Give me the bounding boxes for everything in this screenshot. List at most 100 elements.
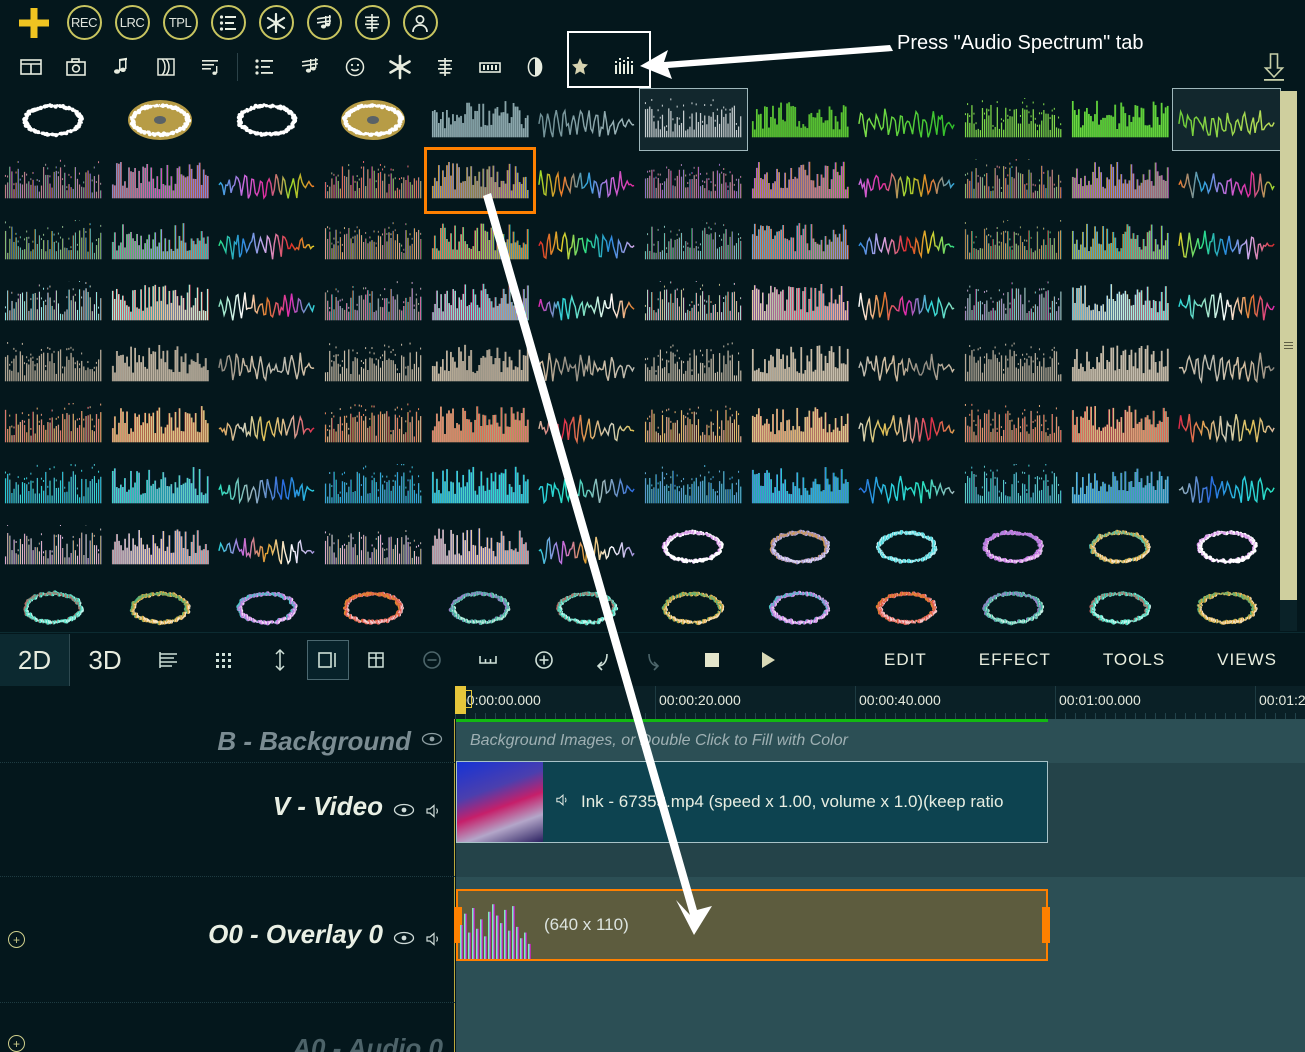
gallery-thumbnail[interactable] — [427, 577, 534, 638]
gallery-thumbnail[interactable] — [213, 577, 320, 638]
gallery-thumbnail[interactable] — [853, 150, 960, 211]
gallery-thumbnail[interactable] — [1172, 88, 1281, 151]
gallery-thumbnail[interactable] — [853, 89, 960, 150]
tab-meter[interactable] — [467, 45, 512, 89]
download-button[interactable] — [1255, 48, 1293, 86]
gallery-thumbnail[interactable] — [747, 577, 854, 638]
gallery-thumbnail[interactable] — [747, 150, 854, 211]
tab-photo[interactable] — [53, 45, 98, 89]
gallery-scrollbar-thumb[interactable] — [1280, 91, 1297, 600]
gallery-thumbnail[interactable] — [640, 394, 747, 455]
gallery-thumbnail[interactable] — [0, 455, 107, 516]
video-lane[interactable]: Ink - 67353.mp4 (speed x 1.00, volume x … — [456, 761, 1305, 877]
gallery-thumbnail[interactable] — [107, 516, 214, 577]
gallery-thumbnail[interactable] — [213, 333, 320, 394]
gallery-thumbnail[interactable] — [640, 577, 747, 638]
gallery-thumbnail[interactable] — [427, 211, 534, 272]
tab-3d[interactable]: 3D — [70, 634, 140, 686]
gallery-thumbnail[interactable] — [533, 333, 640, 394]
tool-play[interactable] — [740, 634, 796, 686]
tool-align-lines[interactable] — [140, 634, 196, 686]
gallery-thumbnail[interactable] — [1067, 89, 1174, 150]
gallery-thumbnail[interactable] — [747, 89, 854, 150]
gallery-thumbnail[interactable] — [960, 89, 1067, 150]
tool-undo[interactable] — [572, 634, 628, 686]
gallery-thumbnail[interactable] — [1173, 516, 1280, 577]
overlay-clip[interactable]: (640 x 110) — [454, 889, 1050, 961]
gallery-thumbnail[interactable] — [960, 272, 1067, 333]
gallery-thumbnail[interactable] — [533, 577, 640, 638]
tab-playlist-note[interactable] — [188, 45, 233, 89]
tool-frame[interactable] — [307, 640, 349, 680]
gallery-thumbnail[interactable] — [0, 89, 107, 150]
gallery-thumbnail[interactable] — [1067, 211, 1174, 272]
menu-views[interactable]: VIEWS — [1217, 650, 1277, 670]
track-header-audio-0[interactable]: A0 - Audio 0 — [0, 1003, 455, 1052]
tab-transition[interactable] — [143, 45, 188, 89]
gallery-thumbnail[interactable] — [1173, 272, 1280, 333]
tab-particle[interactable] — [377, 45, 422, 89]
gallery-thumbnail[interactable] — [107, 577, 214, 638]
gallery-thumbnail[interactable] — [853, 516, 960, 577]
gallery-thumbnail[interactable] — [1067, 272, 1174, 333]
eye-icon[interactable] — [393, 931, 415, 950]
gallery-thumbnail[interactable] — [0, 394, 107, 455]
gallery-thumbnail[interactable] — [533, 89, 640, 150]
gallery-thumbnail[interactable] — [747, 333, 854, 394]
tool-grid[interactable] — [196, 634, 252, 686]
gallery-thumbnail[interactable] — [107, 394, 214, 455]
gallery-thumbnail[interactable] — [960, 333, 1067, 394]
menu-effect[interactable]: EFFECT — [979, 650, 1051, 670]
gallery-thumbnail[interactable] — [1173, 211, 1280, 272]
gallery-thumbnail[interactable] — [320, 89, 427, 150]
gallery-thumbnail[interactable] — [213, 150, 320, 211]
gallery-thumbnail[interactable] — [213, 89, 320, 150]
eye-icon[interactable] — [421, 732, 443, 751]
menu-edit[interactable]: EDIT — [884, 650, 927, 670]
gallery-thumbnail[interactable] — [1173, 333, 1280, 394]
gallery-thumbnail[interactable] — [427, 455, 534, 516]
video-clip[interactable]: Ink - 67353.mp4 (speed x 1.00, volume x … — [456, 761, 1048, 843]
gallery-thumbnail[interactable] — [747, 394, 854, 455]
menu-tools[interactable]: TOOLS — [1103, 650, 1165, 670]
gallery-thumbnail[interactable] — [320, 577, 427, 638]
gallery-thumbnail[interactable] — [747, 455, 854, 516]
gallery-thumbnail[interactable] — [533, 394, 640, 455]
tool-ruler[interactable] — [460, 634, 516, 686]
gallery-thumbnail[interactable] — [853, 394, 960, 455]
template-button[interactable]: TPL — [156, 0, 204, 45]
gallery-thumbnail[interactable] — [1173, 577, 1280, 638]
gallery-thumbnail[interactable] — [747, 211, 854, 272]
gallery-thumbnail[interactable] — [213, 516, 320, 577]
gallery-thumbnail[interactable] — [213, 394, 320, 455]
playhead[interactable] — [455, 686, 472, 714]
gallery-thumbnail[interactable] — [640, 272, 747, 333]
gallery-thumbnail[interactable] — [533, 455, 640, 516]
tool-stop[interactable] — [684, 634, 740, 686]
background-lane[interactable]: Background Images, or Double Click to Fi… — [456, 719, 1305, 763]
tab-list[interactable] — [242, 45, 287, 89]
clip-handle-right[interactable] — [1042, 907, 1050, 943]
gallery-thumbnail[interactable] — [427, 89, 534, 150]
record-button[interactable]: REC — [60, 0, 108, 45]
tab-2d[interactable]: 2D — [0, 634, 70, 686]
gallery-thumbnail[interactable] — [640, 516, 747, 577]
gallery-thumbnail[interactable] — [213, 272, 320, 333]
gallery-thumbnail[interactable] — [960, 577, 1067, 638]
gallery-thumbnail[interactable] — [533, 211, 640, 272]
gallery-thumbnail[interactable] — [107, 89, 214, 150]
gallery-thumbnail[interactable] — [320, 394, 427, 455]
gallery-thumbnail[interactable] — [427, 516, 534, 577]
gallery-thumbnail[interactable] — [640, 455, 747, 516]
gallery-thumbnail[interactable] — [427, 272, 534, 333]
gallery-thumbnail[interactable] — [1067, 150, 1174, 211]
gallery-thumbnail[interactable] — [533, 150, 640, 211]
gallery-thumbnail[interactable] — [423, 147, 537, 214]
gallery-thumbnail[interactable] — [960, 516, 1067, 577]
gallery-thumbnail[interactable] — [747, 272, 854, 333]
add-new-button[interactable] — [8, 0, 60, 45]
gallery-thumbnail[interactable] — [107, 455, 214, 516]
gallery-thumbnail[interactable] — [320, 211, 427, 272]
timeline-ruler[interactable]: 00:00:00.000 00:00:20.000 00:00:40.000 00:0… — [455, 686, 1305, 719]
gallery-thumbnail[interactable] — [1173, 394, 1280, 455]
